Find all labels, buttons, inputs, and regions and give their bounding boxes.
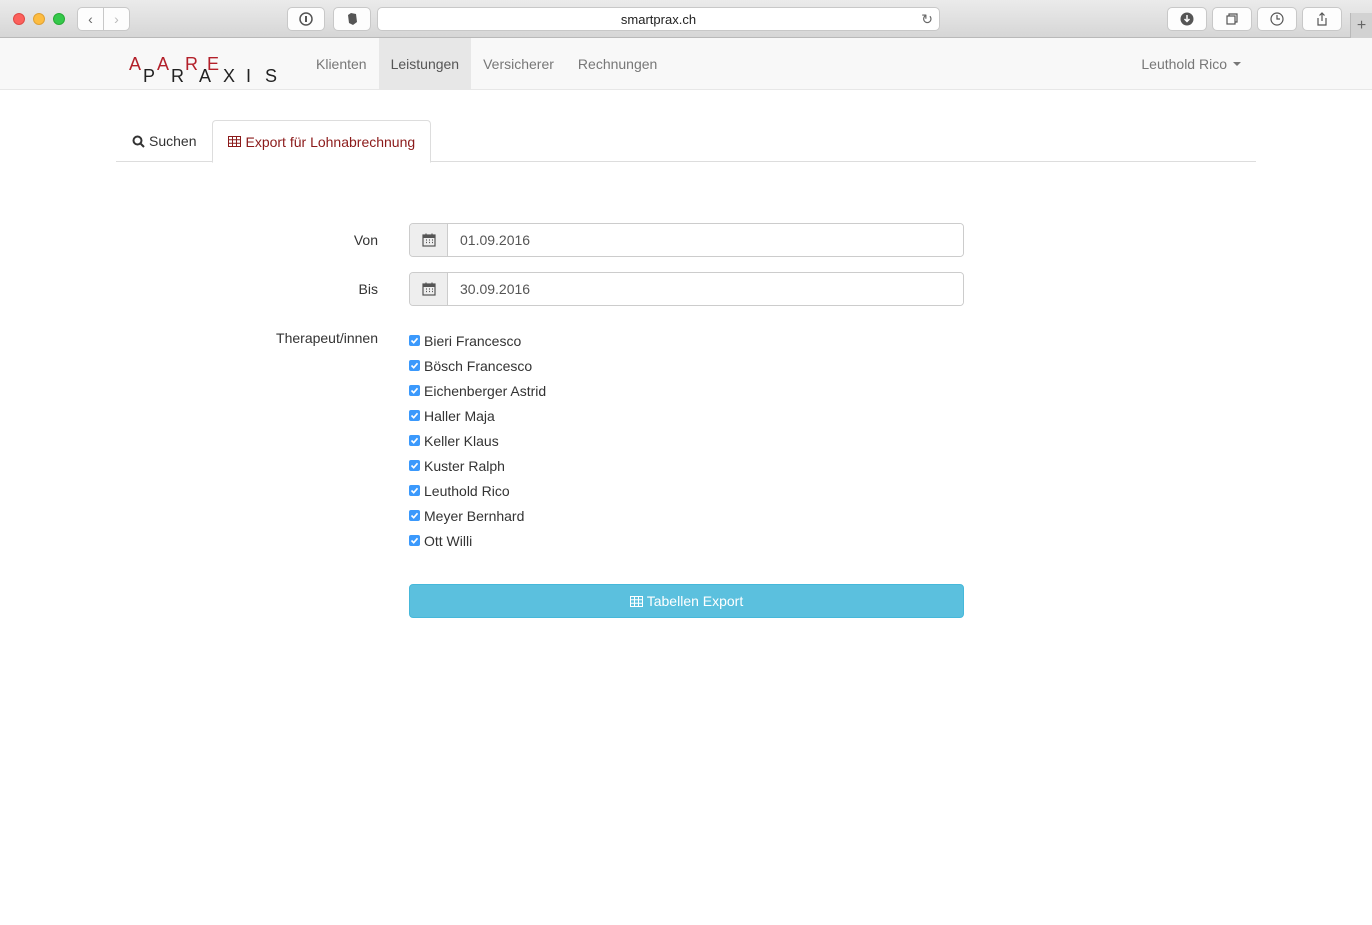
evernote-icon [348,13,357,25]
therapist-name: Leuthold Rico [424,482,510,499]
history-button[interactable] [1257,7,1297,31]
checkbox-checked-icon[interactable] [409,410,420,421]
new-tab-button[interactable]: + [1350,13,1372,38]
main-nav: Klienten Leistungen Versicherer Rechnung… [304,38,669,89]
therapist-name: Kuster Ralph [424,457,505,474]
therapist-name: Haller Maja [424,407,495,424]
therapist-checklist: Bieri Francesco Bösch Francesco Eichenbe… [409,328,546,553]
checkbox-checked-icon[interactable] [409,510,420,521]
table-icon [629,595,643,607]
table-icon [228,136,242,147]
von-date-input[interactable] [448,224,963,256]
checkbox-checked-icon[interactable] [409,535,420,546]
checkbox-checked-icon[interactable] [409,485,420,496]
nav-item-leistungen[interactable]: Leistungen [378,38,472,89]
therapist-option[interactable]: Bieri Francesco [409,328,546,353]
close-window-icon[interactable] [13,13,25,25]
browser-toolbar: ‹ › smartprax.ch ↻ + [0,0,1372,38]
therapist-option[interactable]: Haller Maja [409,403,546,428]
download-icon [1180,12,1194,26]
password-manager-button[interactable] [287,7,325,31]
therapist-option[interactable]: Ott Willi [409,528,546,553]
plus-icon: + [1356,16,1367,34]
history-nav: ‹ › [77,7,130,31]
therapist-option[interactable]: Keller Klaus [409,428,546,453]
logo-letter: R [171,66,184,84]
von-date-group [409,223,964,257]
tab-bar: Suchen Export für Lohnabrechnung [116,120,1256,163]
bis-label: Bis [358,281,378,297]
reload-icon[interactable]: ↻ [921,11,933,28]
checkbox-checked-icon[interactable] [409,385,420,396]
therapist-name: Eichenberger Astrid [424,382,547,399]
bis-date-group [409,272,964,306]
nav-item-klienten[interactable]: Klienten [304,38,379,89]
nav-item-rechnungen[interactable]: Rechnungen [566,38,669,89]
caret-down-icon [1233,61,1241,66]
user-menu[interactable]: Leuthold Rico [1141,38,1241,89]
von-label: Von [353,232,378,248]
clock-icon [1270,12,1284,26]
calendar-icon [421,282,436,296]
therapist-name: Meyer Bernhard [424,507,525,524]
checkbox-checked-icon[interactable] [409,335,420,346]
logo-letter: A [129,54,141,74]
therapist-option[interactable]: Leuthold Rico [409,478,546,503]
evernote-button[interactable] [333,7,371,31]
tab-export-lohnabrechnung[interactable]: Export für Lohnabrechnung [212,120,432,163]
logo-letter: I [246,66,251,84]
therapist-option[interactable]: Bösch Francesco [409,353,546,378]
logo-letter: A [157,54,169,74]
nav-item-versicherer[interactable]: Versicherer [471,38,566,89]
therapists-label: Therapeut/innen [276,330,378,346]
calendar-icon [421,233,436,247]
logo-letter: E [207,54,219,74]
therapist-name: Ott Willi [424,532,473,549]
therapist-option[interactable]: Kuster Ralph [409,453,546,478]
tab-label: Suchen [149,133,197,149]
logo-letter: R [185,54,198,74]
back-icon[interactable]: ‹ [78,8,103,30]
logo-letter: S [265,66,277,84]
tabs-overview-button[interactable] [1212,7,1252,31]
datepicker-von-button[interactable] [410,224,448,256]
bis-date-input[interactable] [448,273,963,305]
search-icon [132,135,145,148]
url-text: smartprax.ch [620,11,697,27]
tabellen-export-button[interactable]: Tabellen Export [409,584,964,618]
address-bar[interactable]: smartprax.ch ↻ [377,7,940,31]
share-button[interactable] [1302,7,1342,31]
app-navbar: A P A R R A E X I S Klienten Leistungen … [0,38,1372,90]
checkbox-checked-icon[interactable] [409,460,420,471]
checkbox-checked-icon[interactable] [409,435,420,446]
tabs-icon [1226,13,1238,25]
maximize-window-icon[interactable] [53,13,65,25]
minimize-window-icon[interactable] [33,13,45,25]
therapist-name: Keller Klaus [424,432,499,449]
therapist-option[interactable]: Meyer Bernhard [409,503,546,528]
therapist-name: Bieri Francesco [424,332,522,349]
therapist-option[interactable]: Eichenberger Astrid [409,378,546,403]
therapist-name: Bösch Francesco [424,357,533,374]
app-logo[interactable]: A P A R R A E X I S [129,48,279,84]
tab-suchen[interactable]: Suchen [116,120,212,162]
share-icon [1317,12,1327,26]
forward-icon[interactable]: › [103,8,129,30]
checkbox-checked-icon[interactable] [409,360,420,371]
logo-letter: X [223,66,235,84]
export-button-label: Tabellen Export [646,593,744,609]
user-name: Leuthold Rico [1141,55,1227,72]
tab-label: Export für Lohnabrechnung [245,133,416,150]
datepicker-bis-button[interactable] [410,273,448,305]
downloads-button[interactable] [1167,7,1207,31]
password-icon [299,12,313,26]
logo-letter: P [143,66,155,84]
